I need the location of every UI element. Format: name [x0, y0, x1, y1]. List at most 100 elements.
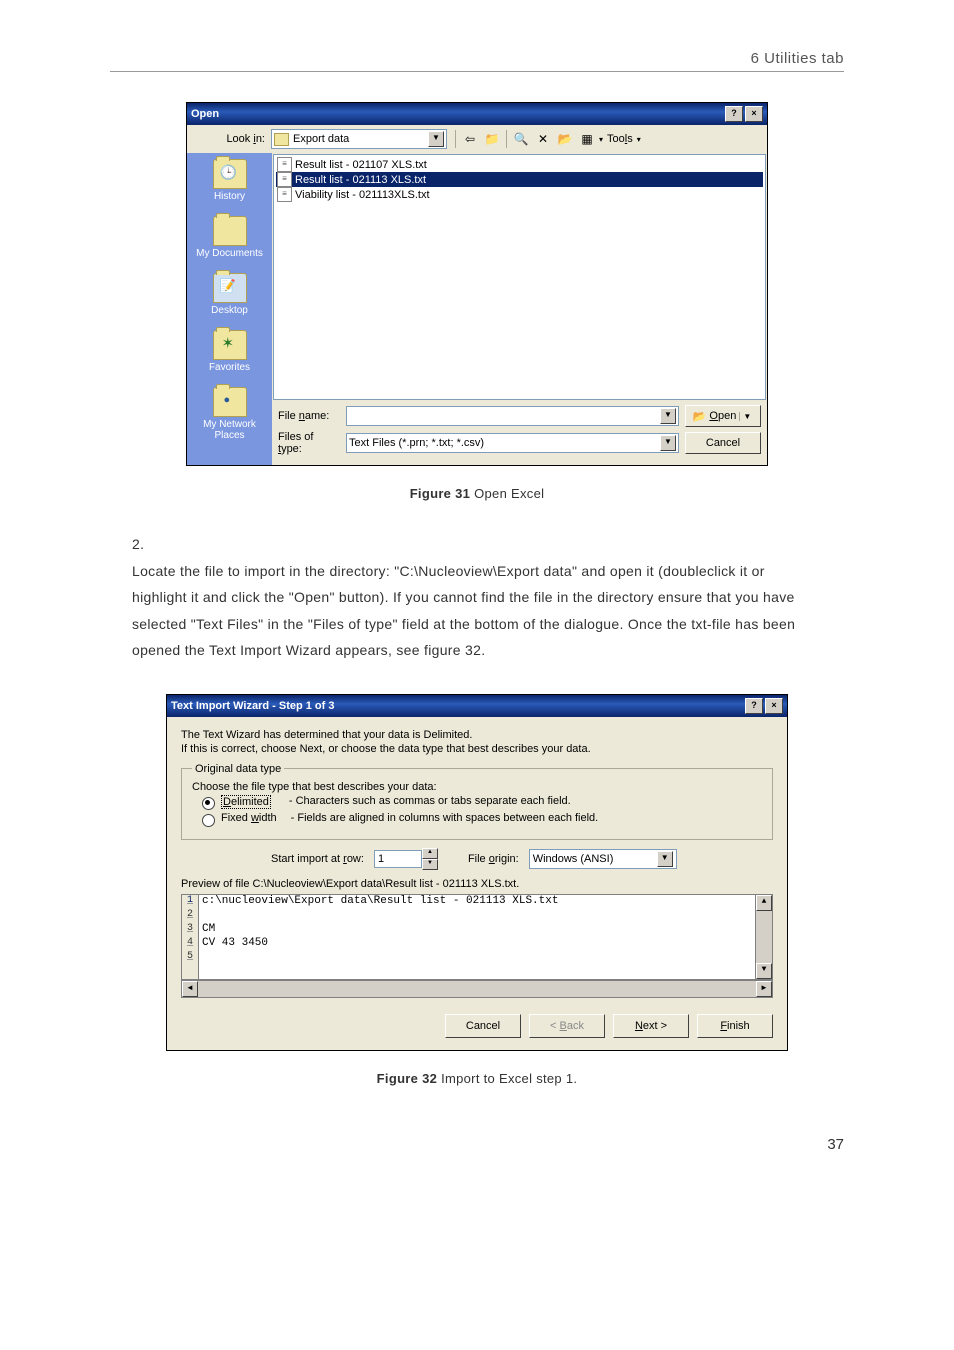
radio-delimited[interactable]: [202, 797, 215, 810]
help-icon[interactable]: ?: [745, 698, 763, 714]
figure-number: Figure 31: [410, 486, 471, 501]
filetype-combo[interactable]: Text Files (*.prn; *.txt; *.csv) ▼: [346, 433, 679, 453]
chevron-down-icon[interactable]: ▼: [739, 412, 753, 421]
fixed-desc: - Fields are aligned in columns with spa…: [291, 812, 599, 824]
wizard-cancel-button[interactable]: Cancel: [445, 1014, 521, 1038]
file-origin-label: File origin:: [468, 853, 519, 865]
help-icon[interactable]: ?: [725, 106, 743, 122]
lookin-value: Export data: [293, 133, 349, 145]
preview-line: CM: [202, 923, 752, 937]
file-row[interactable]: ≡ Result list - 021107 XLS.txt: [276, 157, 763, 172]
preview-content: c:\nucleoview\Export data\Result list - …: [199, 895, 755, 979]
chevron-down-icon[interactable]: ▼: [660, 408, 676, 424]
radio-delimited-label[interactable]: Delimited: [221, 795, 271, 809]
network-icon: [213, 387, 247, 417]
back-icon[interactable]: ⇦: [460, 129, 480, 149]
chevron-down-icon[interactable]: ▼: [657, 851, 673, 867]
scroll-down-icon[interactable]: ▼: [756, 963, 772, 979]
instruction-step: 2. Locate the file to import in the dire…: [132, 531, 844, 664]
wizard-intro-1: The Text Wizard has determined that your…: [181, 729, 773, 741]
close-icon[interactable]: ×: [745, 106, 763, 122]
places-network[interactable]: My Network Places: [190, 387, 270, 441]
views-dropdown-icon[interactable]: ▾: [599, 135, 603, 144]
chevron-down-icon[interactable]: ▼: [428, 131, 444, 147]
step-body: Locate the file to import in the directo…: [132, 558, 812, 664]
text-file-icon: ≡: [277, 157, 292, 172]
cancel-button[interactable]: Cancel: [685, 432, 761, 454]
filename-input[interactable]: ▼: [346, 406, 679, 426]
up-folder-icon[interactable]: 📁: [482, 129, 502, 149]
wizard-finish-button[interactable]: Finish: [697, 1014, 773, 1038]
preview-line: [202, 909, 752, 923]
preview-box: 12345 c:\nucleoview\Export data\Result l…: [181, 894, 773, 980]
places-desktop-label: Desktop: [190, 305, 270, 316]
file-origin-combo[interactable]: Windows (ANSI) ▼: [529, 849, 677, 869]
preview-line: c:\nucleoview\Export data\Result list - …: [202, 895, 752, 909]
places-desktop[interactable]: Desktop: [190, 273, 270, 316]
file-name: Result list - 021107 XLS.txt: [295, 159, 427, 171]
wizard-next-button[interactable]: Next >: [613, 1014, 689, 1038]
documents-icon: [213, 216, 247, 246]
file-list[interactable]: ≡ Result list - 021107 XLS.txt ≡ Result …: [273, 154, 766, 400]
folder-icon: [274, 133, 289, 146]
places-history[interactable]: History: [190, 159, 270, 202]
start-row-spinner[interactable]: ▲ ▼: [374, 848, 438, 870]
vertical-scrollbar[interactable]: ▲ ▼: [755, 895, 772, 979]
open-folder-icon: 📂: [693, 410, 707, 423]
places-favorites-label: Favorites: [190, 362, 270, 373]
scroll-left-icon[interactable]: ◄: [182, 981, 198, 997]
wizard-intro-2: If this is correct, choose Next, or choo…: [181, 743, 773, 755]
scroll-up-icon[interactable]: ▲: [756, 895, 772, 911]
radio-fixed[interactable]: [202, 814, 215, 827]
filename-label: File name:: [278, 410, 340, 422]
lookin-combo[interactable]: Export data ▼: [271, 129, 447, 149]
file-name: Viability list - 021113XLS.txt: [295, 189, 430, 201]
favorites-icon: [213, 330, 247, 360]
places-documents[interactable]: My Documents: [190, 216, 270, 259]
figure-caption: Figure 32 Import to Excel step 1.: [110, 1071, 844, 1086]
views-icon[interactable]: ▦: [577, 129, 597, 149]
places-history-label: History: [190, 191, 270, 202]
file-name: Result list - 021113 XLS.txt: [295, 174, 426, 186]
page-header: 6 Utilities tab: [110, 50, 844, 72]
open-dialog-titlebar: Open ? ×: [187, 103, 767, 125]
spin-up-icon[interactable]: ▲: [422, 848, 438, 859]
step-number: 2.: [132, 531, 160, 558]
start-row-label: Start import at row:: [271, 853, 364, 865]
lookin-label: Look in:: [193, 133, 265, 145]
page-number: 37: [110, 1136, 844, 1153]
wizard-back-button[interactable]: < Back: [529, 1014, 605, 1038]
file-row[interactable]: ≡ Result list - 021113 XLS.txt: [276, 172, 763, 187]
file-origin-value: Windows (ANSI): [533, 853, 614, 865]
preview-label: Preview of file C:\Nucleoview\Export dat…: [181, 878, 773, 890]
open-file-dialog: Open ? × Look in: Export data ▼ ⇦ 📁 🔍 ✕ …: [186, 102, 768, 466]
places-documents-label: My Documents: [190, 248, 270, 259]
filetype-label: Files of type:: [278, 431, 340, 455]
open-button[interactable]: 📂 Open ▼: [685, 405, 761, 427]
scroll-right-icon[interactable]: ►: [756, 981, 772, 997]
radio-fixed-label[interactable]: Fixed width: [221, 812, 277, 824]
text-import-wizard-dialog: Text Import Wizard - Step 1 of 3 ? × The…: [166, 694, 788, 1051]
new-folder-icon[interactable]: 📂: [555, 129, 575, 149]
places-favorites[interactable]: Favorites: [190, 330, 270, 373]
desktop-icon: [213, 273, 247, 303]
places-bar: History My Documents Desktop Favorites M…: [187, 153, 272, 465]
figure-title: Open Excel: [470, 486, 544, 501]
text-file-icon: ≡: [277, 187, 292, 202]
preview-line-numbers: 12345: [182, 895, 199, 979]
chevron-down-icon[interactable]: ▼: [660, 435, 676, 451]
spin-down-icon[interactable]: ▼: [422, 859, 438, 870]
horizontal-scrollbar[interactable]: ◄ ►: [181, 980, 773, 998]
places-network-label: My Network Places: [190, 419, 270, 441]
close-icon[interactable]: ×: [765, 698, 783, 714]
delete-icon[interactable]: ✕: [533, 129, 553, 149]
file-row[interactable]: ≡ Viability list - 021113XLS.txt: [276, 187, 763, 202]
history-icon: [213, 159, 247, 189]
start-row-input[interactable]: [374, 850, 422, 868]
tools-menu[interactable]: Tools: [605, 133, 635, 145]
tools-dropdown-icon[interactable]: ▾: [637, 135, 641, 144]
open-dialog-title: Open: [191, 108, 219, 120]
figure-number: Figure 32: [377, 1071, 438, 1086]
original-data-type-group: Original data type Choose the file type …: [181, 763, 773, 840]
search-icon[interactable]: 🔍: [511, 129, 531, 149]
